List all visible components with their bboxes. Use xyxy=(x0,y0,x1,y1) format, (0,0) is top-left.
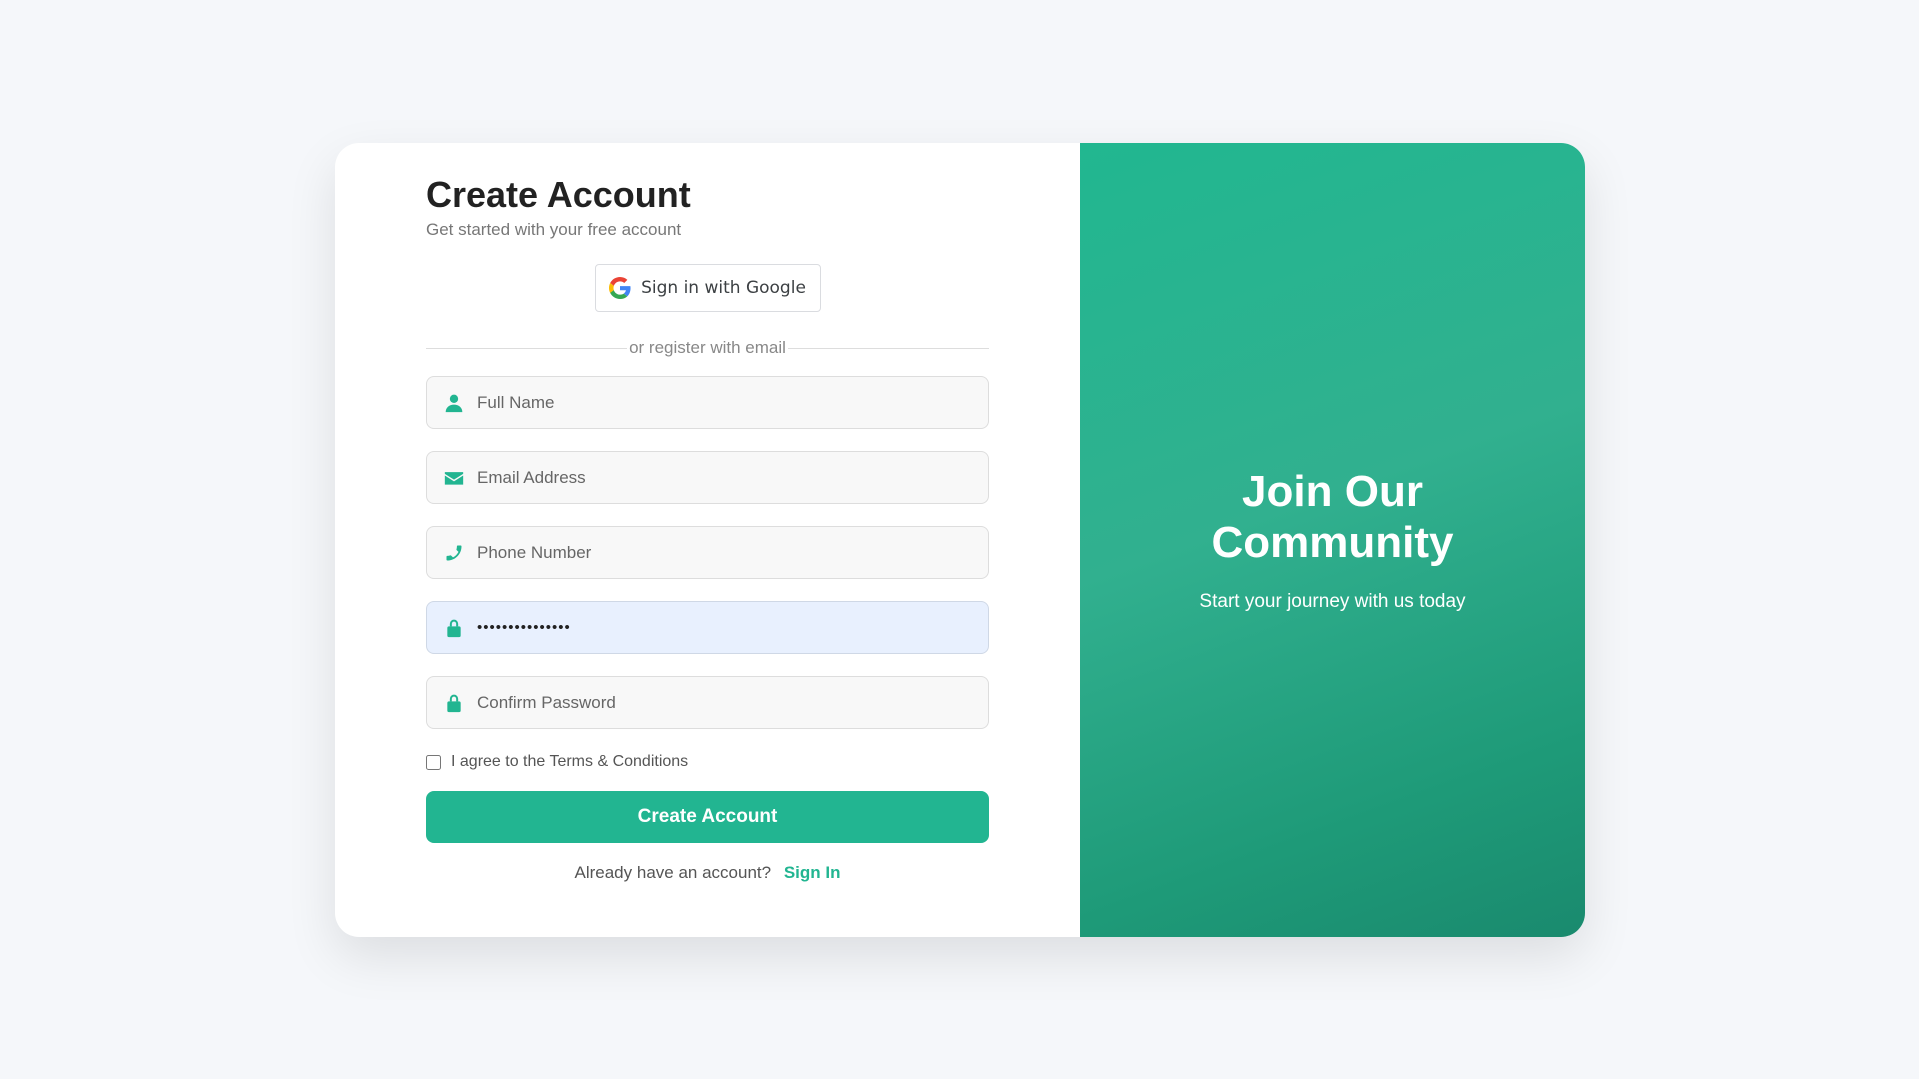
full-name-field[interactable] xyxy=(426,376,989,430)
email-field[interactable] xyxy=(426,451,989,505)
phone-field[interactable] xyxy=(426,526,989,580)
user-icon xyxy=(443,392,465,414)
google-row: Sign in with Google xyxy=(426,264,989,313)
confirm-password-field[interactable] xyxy=(426,676,989,730)
terms-checkbox[interactable] xyxy=(426,754,441,770)
divider: or register with email xyxy=(426,338,989,359)
create-account-button[interactable]: Create Account xyxy=(426,791,989,844)
phone-input[interactable] xyxy=(477,527,988,579)
page-title: Create Account xyxy=(426,174,691,215)
page-subtitle: Get started with your free account xyxy=(426,220,682,240)
password-field[interactable] xyxy=(426,601,989,655)
confirm-password-input[interactable] xyxy=(477,677,988,729)
email-input[interactable] xyxy=(477,452,988,504)
lock-icon xyxy=(443,617,465,639)
terms-label: I agree to the Terms & Conditions xyxy=(451,753,689,771)
divider-text: or register with email xyxy=(627,338,788,359)
panel-title-line1: Join Our xyxy=(1242,467,1423,517)
envelope-icon xyxy=(443,467,465,489)
phone-icon xyxy=(443,542,465,564)
community-panel: Join Our Community Start your journey wi… xyxy=(1080,143,1585,937)
signup-form: Create Account Get started with your fre… xyxy=(426,143,989,883)
signin-prompt: Already have an account? xyxy=(574,863,772,883)
panel-title: Join Our Community xyxy=(1212,467,1454,568)
google-icon xyxy=(609,277,631,300)
panel-subtitle: Start your journey with us today xyxy=(1199,590,1466,612)
google-signin-label: Sign in with Google xyxy=(641,278,806,299)
panel-title-line2: Community xyxy=(1211,518,1454,567)
full-name-input[interactable] xyxy=(477,377,988,429)
lock-icon xyxy=(443,692,465,714)
signin-link[interactable]: Sign In xyxy=(784,863,841,882)
form-panel: Create Account Get started with your fre… xyxy=(335,143,1080,937)
password-input[interactable] xyxy=(477,602,988,654)
signup-card: Create Account Get started with your fre… xyxy=(335,143,1585,937)
terms-row[interactable]: I agree to the Terms & Conditions xyxy=(426,753,989,771)
google-signin-button[interactable]: Sign in with Google xyxy=(594,264,821,313)
signin-row: Already have an account? Sign In xyxy=(426,863,989,883)
